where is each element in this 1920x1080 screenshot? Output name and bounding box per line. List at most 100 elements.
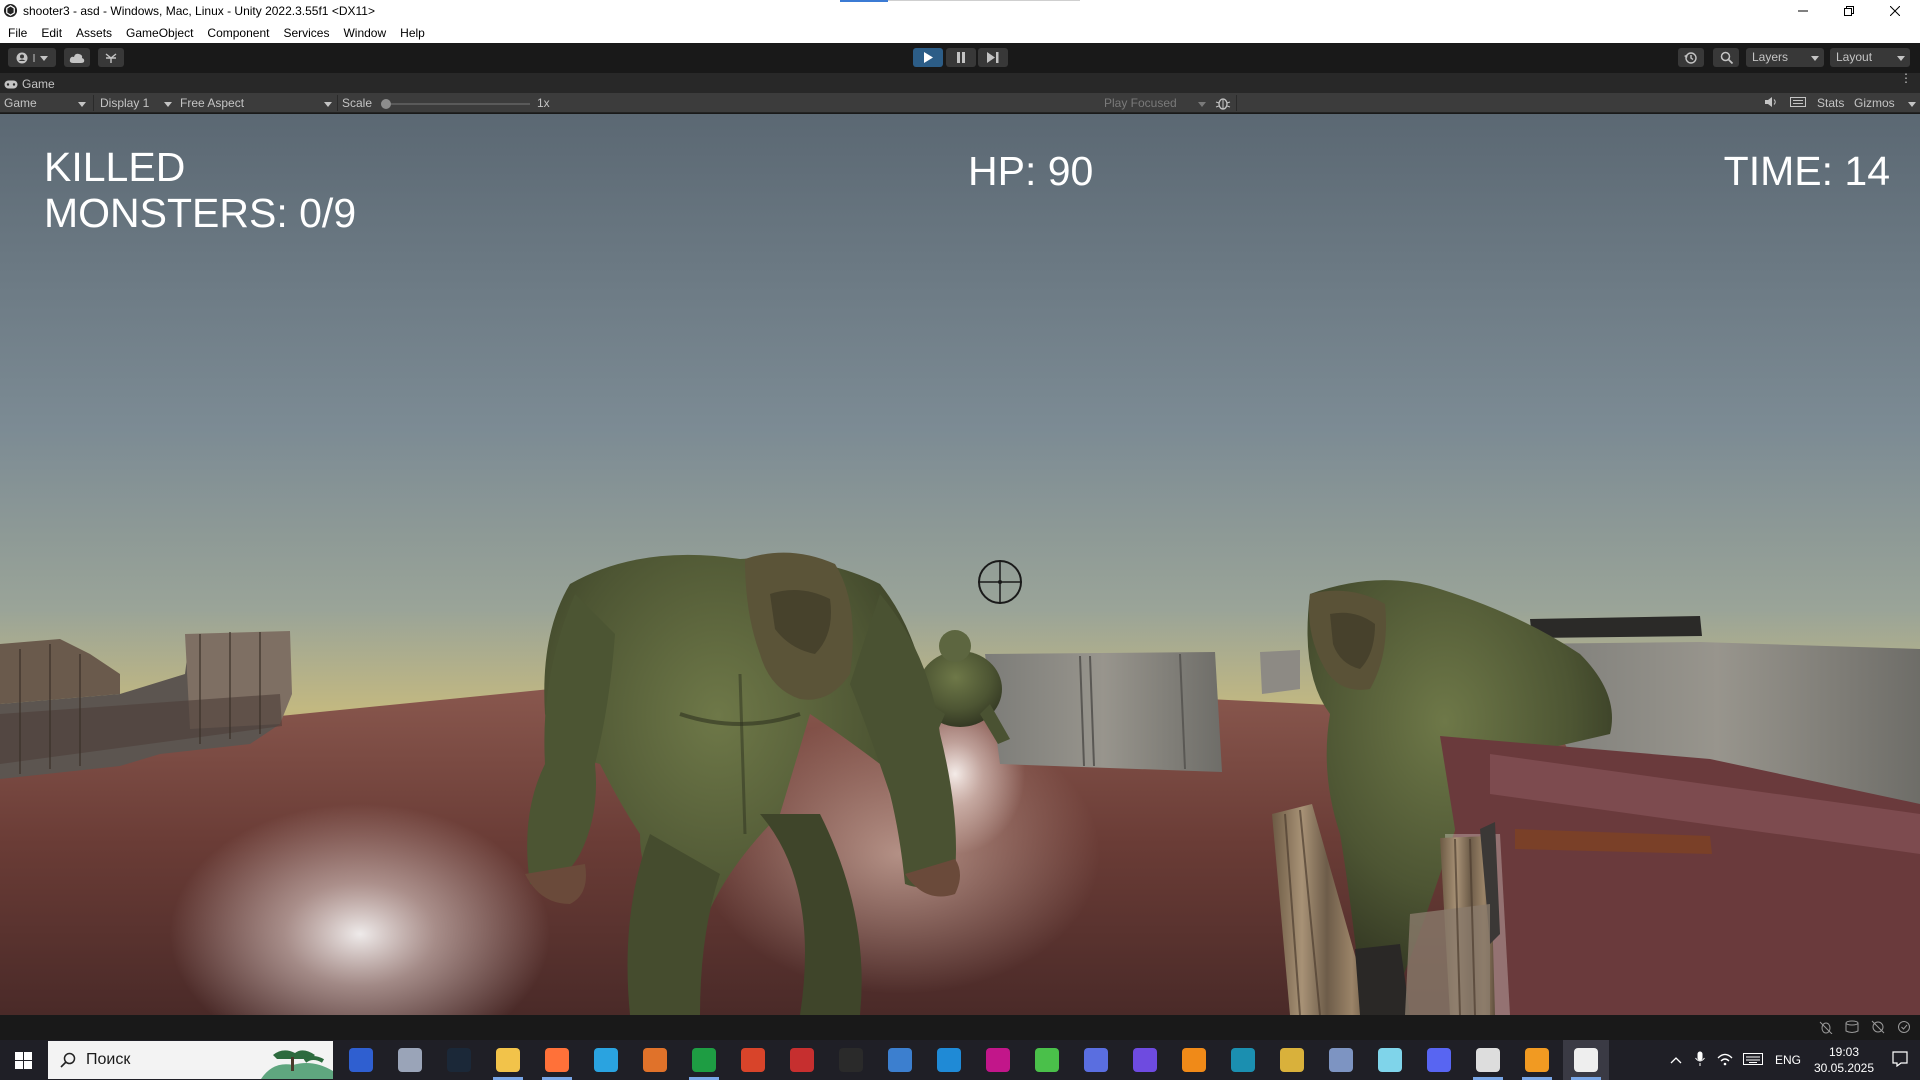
game-tab-header: Game ⋮: [0, 72, 1920, 93]
taskbar-app-button[interactable]: [975, 1040, 1021, 1080]
app-red-circle-icon: [741, 1048, 765, 1072]
app-yellow-cross-icon: [1280, 1048, 1304, 1072]
undo-history-button[interactable]: [1678, 48, 1704, 67]
game-viewport[interactable]: KILLED MONSTERS: 0/9 HP: 90 TIME: 14: [0, 114, 1920, 1015]
menu-edit[interactable]: Edit: [41, 26, 62, 40]
auto-refresh-icon[interactable]: [1896, 1020, 1912, 1034]
title-accent-strip-secondary: [888, 0, 1080, 1]
taskbar-app-button[interactable]: [1220, 1040, 1266, 1080]
taskbar-app-button[interactable]: [877, 1040, 923, 1080]
taskbar-app-button[interactable]: [1514, 1040, 1560, 1080]
view-mode-dropdown[interactable]: Game: [0, 95, 90, 112]
app-red-archive-icon: [790, 1048, 814, 1072]
taskbar-app-button[interactable]: [387, 1040, 433, 1080]
taskbar-app-button[interactable]: [338, 1040, 384, 1080]
play-button[interactable]: [913, 48, 943, 67]
divider: [337, 95, 338, 111]
taskbar-app-button[interactable]: [534, 1040, 580, 1080]
taskbar-app-button[interactable]: [1416, 1040, 1462, 1080]
menu-assets[interactable]: Assets: [76, 26, 112, 40]
unity-editor-icon: [1574, 1048, 1598, 1072]
menu-gameobject[interactable]: GameObject: [126, 26, 193, 40]
taskbar-app-button[interactable]: [632, 1040, 678, 1080]
gizmos-dropdown[interactable]: Gizmos: [1850, 95, 1920, 112]
cloud-button[interactable]: [64, 48, 90, 67]
menu-help[interactable]: Help: [400, 26, 425, 40]
app-orange-fox-icon: [1182, 1048, 1206, 1072]
touch-keyboard-icon[interactable]: [1738, 1052, 1768, 1068]
step-button[interactable]: [978, 48, 1008, 67]
search-button[interactable]: [1713, 48, 1739, 67]
taskbar-app-button[interactable]: [1318, 1040, 1364, 1080]
taskbar-app-button[interactable]: [1269, 1040, 1315, 1080]
notifications-icon[interactable]: [1880, 1050, 1920, 1070]
app-green-leaf-icon: [1035, 1048, 1059, 1072]
tab-game[interactable]: Game: [4, 75, 55, 93]
aspect-label: Free Aspect: [180, 96, 245, 110]
bug-off-icon[interactable]: [1818, 1020, 1834, 1034]
taskbar-app-button[interactable]: [1122, 1040, 1168, 1080]
collab-button[interactable]: [98, 48, 124, 67]
telegram-icon: [594, 1048, 618, 1072]
microphone-icon[interactable]: [1688, 1051, 1712, 1070]
taskbar-app-button[interactable]: [436, 1040, 482, 1080]
keyboard-shortcut-button[interactable]: [1790, 96, 1806, 113]
aspect-dropdown[interactable]: Free Aspect: [176, 95, 336, 112]
start-button[interactable]: [0, 1040, 46, 1080]
keyboard-icon: [1790, 97, 1806, 107]
scale-slider-thumb[interactable]: [381, 99, 391, 109]
network-off-icon[interactable]: [1870, 1020, 1886, 1034]
scale-slider[interactable]: [381, 99, 530, 109]
restore-button[interactable]: [1826, 0, 1871, 22]
frame-debugger-button[interactable]: [1215, 96, 1231, 113]
cache-server-icon[interactable]: [1844, 1020, 1860, 1034]
pause-button[interactable]: [946, 48, 976, 67]
file-explorer-icon: [496, 1048, 520, 1072]
account-dropdown[interactable]: [8, 48, 56, 67]
app-green-globe-icon: [692, 1048, 716, 1072]
layout-dropdown[interactable]: Layout: [1830, 48, 1910, 67]
taskbar-app-button[interactable]: [1171, 1040, 1217, 1080]
taskbar-app-button[interactable]: [583, 1040, 629, 1080]
taskbar-app-button[interactable]: [779, 1040, 825, 1080]
gizmos-label: Gizmos: [1854, 96, 1895, 110]
menu-services[interactable]: Services: [283, 26, 329, 40]
layout-label: Layout: [1836, 50, 1873, 64]
tray-overflow-chevron-up-icon[interactable]: [1664, 1053, 1688, 1067]
taskbar-app-button[interactable]: [1563, 1040, 1609, 1080]
chevron-down-icon: [1908, 102, 1916, 107]
minimize-button[interactable]: [1780, 0, 1825, 22]
taskbar-search-input[interactable]: Поиск: [48, 1041, 333, 1079]
taskbar-app-button[interactable]: [681, 1040, 727, 1080]
app-window-icon: [1329, 1048, 1353, 1072]
chevron-down-icon: [1897, 56, 1905, 61]
wifi-icon[interactable]: [1712, 1052, 1738, 1069]
display-dropdown[interactable]: Display 1: [96, 95, 176, 112]
taskbar-app-button[interactable]: [926, 1040, 972, 1080]
history-icon: [1684, 51, 1697, 64]
layers-dropdown[interactable]: Layers: [1746, 48, 1824, 67]
tab-options-icon[interactable]: ⋮: [1900, 72, 1912, 84]
taskbar-app-button[interactable]: [1367, 1040, 1413, 1080]
taskbar-app-button[interactable]: [1024, 1040, 1070, 1080]
display-label: Display 1: [100, 96, 150, 110]
taskbar-app-button[interactable]: [1465, 1040, 1511, 1080]
taskbar-app-button[interactable]: [828, 1040, 874, 1080]
menu-file[interactable]: File: [8, 26, 27, 40]
stats-button[interactable]: Stats: [1817, 95, 1844, 112]
taskbar-app-button[interactable]: [485, 1040, 531, 1080]
system-tray: ENG 19:03 30.05.2025: [1664, 1040, 1920, 1080]
app-purple-chat-icon: [1133, 1048, 1157, 1072]
clock[interactable]: 19:03 30.05.2025: [1808, 1044, 1880, 1076]
crosshair-icon: [978, 560, 1022, 604]
layers-label: Layers: [1752, 50, 1789, 64]
play-focused-dropdown[interactable]: Play Focused: [1100, 95, 1210, 112]
view-mode-label: Game: [4, 96, 37, 110]
input-language[interactable]: ENG: [1768, 1053, 1808, 1067]
menu-window[interactable]: Window: [343, 26, 386, 40]
close-button[interactable]: [1872, 0, 1917, 22]
taskbar-app-button[interactable]: [1073, 1040, 1119, 1080]
menu-component[interactable]: Component: [207, 26, 269, 40]
mute-audio-button[interactable]: [1764, 96, 1778, 113]
taskbar-app-button[interactable]: [730, 1040, 776, 1080]
